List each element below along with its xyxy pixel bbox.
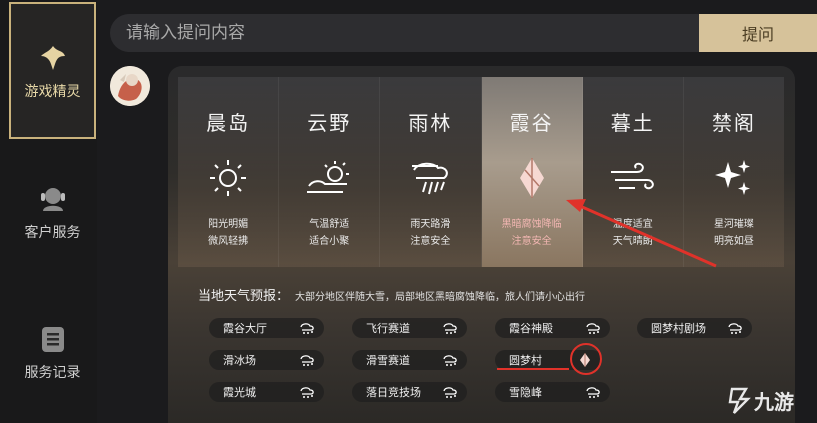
jiuyou-logo-icon: [728, 387, 751, 414]
snow-icon: [586, 323, 600, 334]
wind-icon: [610, 162, 654, 190]
region-name: 霞谷: [509, 111, 554, 135]
location-tag[interactable]: 飞行赛道: [352, 318, 467, 338]
sidebar-item-customer-service[interactable]: 客户服务: [9, 182, 96, 242]
region-vault-of-knowledge[interactable]: 禁阁 星河璀璨 明亮如昼: [683, 77, 785, 267]
snow-icon: [443, 355, 457, 366]
ask-button[interactable]: 提问: [699, 14, 817, 52]
region-name: 云野: [307, 111, 352, 135]
snow-icon: [586, 387, 600, 398]
watermark: 九游: [726, 385, 794, 415]
location-tag[interactable]: 落日竞技场: [352, 382, 467, 402]
location-tag[interactable]: 雪隐峰: [495, 382, 610, 402]
snow-icon: [443, 387, 457, 398]
partly-cloudy-icon: [307, 161, 350, 193]
snow-icon: [300, 323, 314, 334]
region-dawn-isle[interactable]: 晨岛 阳光明媚 微风轻拂: [178, 77, 280, 267]
sidebar: 游戏精灵 客户服务 服务记录: [0, 0, 97, 423]
region-name: 暮土: [610, 111, 655, 135]
region-grid: 晨岛 阳光明媚 微风轻拂 云野 气温舒适 适合小聚 雨林 雨天路滑 注意安全 霞谷: [178, 77, 785, 267]
avatar: [110, 66, 150, 106]
region-golden-wasteland[interactable]: 暮土 温度适宜 天气晴朗: [582, 77, 684, 267]
highlight-underline: [497, 368, 569, 370]
sidebar-item-label: 游戏精灵: [24, 83, 81, 100]
region-name: 禁阁: [711, 111, 756, 135]
sun-icon: [210, 160, 247, 196]
forecast-label: 当地天气预报：: [198, 289, 290, 304]
search-bar: 提问: [110, 14, 817, 52]
location-tag[interactable]: 滑雪赛道: [352, 350, 467, 370]
snow-icon: [300, 355, 314, 366]
highlight-circle: [570, 343, 602, 375]
watermark-text: 九游: [754, 389, 794, 414]
region-description: 星河璀璨 明亮如昼: [713, 219, 754, 247]
snow-icon: [300, 387, 314, 398]
sidebar-item-service-records[interactable]: 服务记录: [9, 322, 96, 382]
region-daylight-prairie[interactable]: 云野 气温舒适 适合小聚: [279, 77, 381, 267]
region-description: 气温舒适 适合小聚: [309, 219, 350, 247]
location-tag[interactable]: 霞光城: [209, 382, 324, 402]
forecast-text: 当地天气预报： 大部分地区伴随大雪，局部地区黑暗腐蚀降临，旅人们请小心出行: [198, 285, 585, 304]
rain-icon: [412, 162, 449, 195]
sparkle-icon: [714, 160, 750, 195]
search-input[interactable]: [110, 14, 699, 52]
region-valley-of-triumph[interactable]: 霞谷 黑暗腐蚀降临 注意安全: [481, 77, 583, 267]
region-name: 雨林: [408, 111, 453, 135]
region-description: 阳光明媚 微风轻拂: [208, 219, 249, 247]
region-description: 温度适宜 天气晴朗: [612, 219, 653, 247]
forecast-detail: 大部分地区伴随大雪，局部地区黑暗腐蚀降临，旅人们请小心出行: [295, 292, 586, 303]
region-description: 雨天路滑 注意安全: [410, 219, 451, 247]
region-name: 晨岛: [206, 111, 251, 135]
location-tag[interactable]: 霞谷大厅: [209, 318, 324, 338]
headset-icon: [36, 182, 70, 216]
region-description: 黑暗腐蚀降临 注意安全: [501, 219, 562, 247]
sidebar-item-label: 服务记录: [24, 365, 81, 381]
location-tag[interactable]: 圆梦村剧场: [637, 318, 752, 338]
clipboard-icon: [36, 322, 70, 356]
snow-icon: [728, 323, 742, 334]
sidebar-item-label: 客户服务: [24, 225, 81, 241]
sidebar-item-game-fairy[interactable]: 游戏精灵: [9, 2, 96, 139]
fairy-icon: [36, 41, 70, 75]
dark-crystal-icon: [519, 158, 544, 198]
snow-icon: [443, 323, 457, 334]
location-tag[interactable]: 滑冰场: [209, 350, 324, 370]
region-hidden-forest[interactable]: 雨林 雨天路滑 注意安全: [380, 77, 482, 267]
location-tag[interactable]: 霞谷神殿: [495, 318, 610, 338]
